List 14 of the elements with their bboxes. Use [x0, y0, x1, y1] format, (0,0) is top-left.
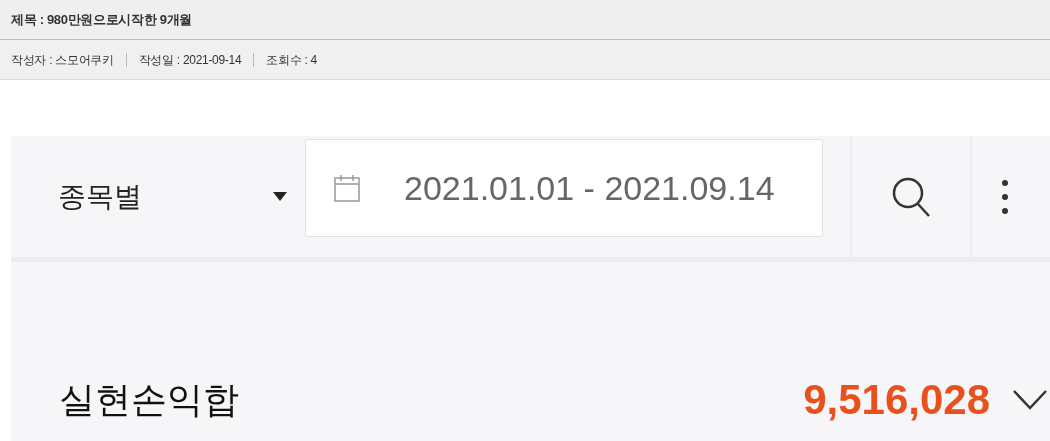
summary-value: 9,516,028 [803, 375, 990, 425]
summary-label: 실현손익합 [59, 377, 239, 422]
post-title: 제목 : 980만원으로시작한 9개월 [11, 10, 192, 29]
post-meta: 조회수 : 4 [266, 51, 317, 69]
more-icon [1002, 179, 1008, 214]
caret-icon [273, 191, 287, 202]
calendar-icon [334, 174, 360, 202]
search-icon [891, 175, 931, 218]
chevron-icon[interactable] [1012, 388, 1048, 411]
filter-dropdown[interactable]: 종목별 [11, 136, 305, 257]
search-button[interactable] [850, 136, 972, 257]
date-range-field[interactable]: 2021.01.01 - 2021.09.14 [305, 139, 823, 237]
post-meta: 작성자 : 스모어쿠키 [11, 51, 114, 69]
post-meta: 작성일 : 2021-09-14 [138, 51, 242, 69]
